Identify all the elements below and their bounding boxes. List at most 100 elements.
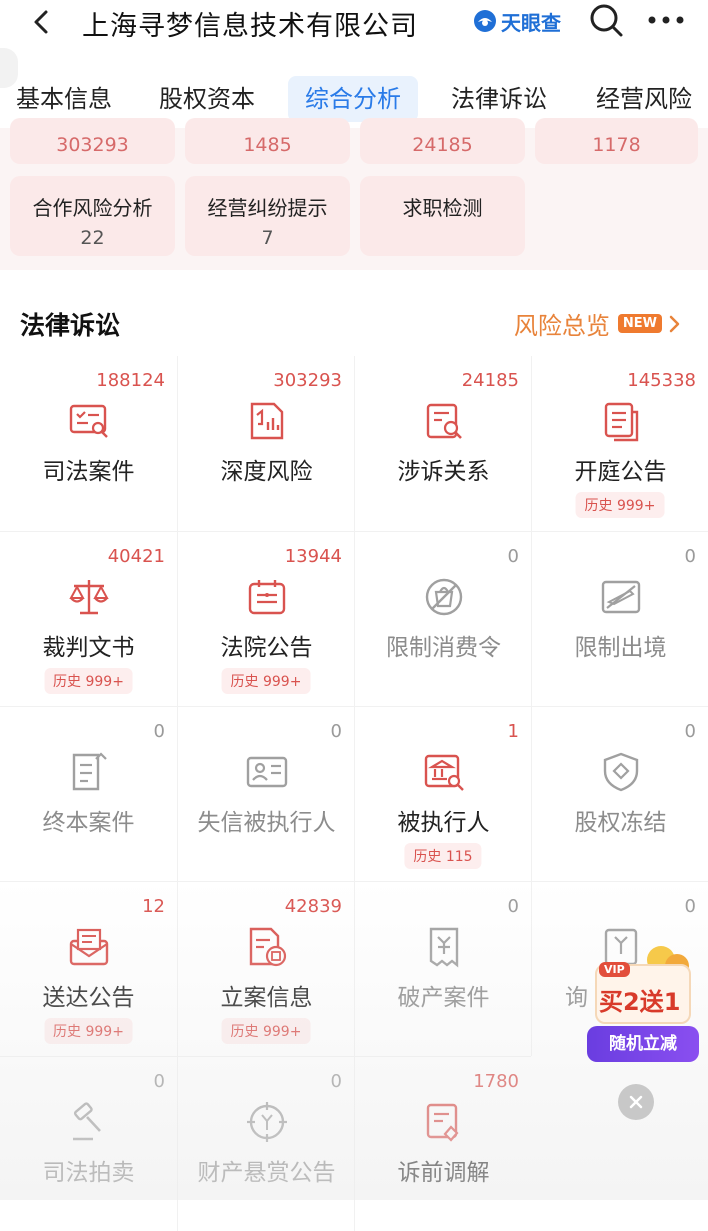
item-count: 0 xyxy=(684,896,696,917)
grid-item-court-notice[interactable]: 13944 法院公告 历史 999+ xyxy=(177,531,354,706)
summary-stat-value: 303293 xyxy=(56,134,129,156)
grid-item-court-hearing[interactable]: 145338 开庭公告 历史 999+ xyxy=(531,356,708,531)
grid-item-equity-freeze[interactable]: 0 股权冻结 xyxy=(531,706,708,881)
item-label: 终本案件 xyxy=(42,810,135,836)
case-search-icon xyxy=(69,404,108,438)
history-badge[interactable]: 历史 999+ xyxy=(44,668,133,694)
summary-card-label: 合作风险分析 xyxy=(32,196,153,220)
item-label: 被执行人 xyxy=(397,810,490,836)
item-count: 188124 xyxy=(96,370,165,391)
target-yuan-icon xyxy=(247,1102,287,1142)
item-label: 涉诉关系 xyxy=(397,459,490,485)
summary-card-job-check[interactable]: 求职检测 xyxy=(360,176,525,256)
grid-item-pre-litigation-mediation[interactable]: 1780 诉前调解 xyxy=(354,1056,531,1231)
close-icon xyxy=(629,1095,643,1109)
tab-business-risk[interactable]: 经营风险 xyxy=(582,76,706,122)
calendar-notice-icon xyxy=(248,580,286,615)
app-header: 上海寻梦信息技术有限公司 天眼查 xyxy=(0,0,708,46)
tab-equity[interactable]: 股权资本 xyxy=(146,76,268,122)
item-label: 诉前调解 xyxy=(397,1160,490,1186)
history-badge[interactable]: 历史 115 xyxy=(404,843,482,869)
item-label: 限制出境 xyxy=(574,635,667,661)
section-title: 法律诉讼 xyxy=(20,311,121,340)
grid-item-service-notice[interactable]: 12 送达公告 历史 999+ xyxy=(0,881,177,1056)
summary-card-label: 经营纠纷提示 xyxy=(207,196,328,220)
brand-eye-icon xyxy=(474,10,496,32)
more-options-icon[interactable] xyxy=(646,10,686,30)
item-label: 司法案件 xyxy=(42,459,135,485)
promo-close-button[interactable] xyxy=(618,1084,654,1120)
chevron-right-icon xyxy=(669,315,680,332)
risk-chart-icon xyxy=(250,402,284,440)
item-label: 司法拍卖 xyxy=(42,1160,135,1186)
brand-name: 天眼查 xyxy=(501,10,561,35)
item-count: 0 xyxy=(507,546,519,567)
scales-icon xyxy=(69,580,109,615)
item-label: 开庭公告 xyxy=(574,459,667,485)
grid-item-debtor[interactable]: 1 被执行人 历史 115 xyxy=(354,706,531,881)
no-flight-icon xyxy=(601,580,641,614)
grid-item-terminated-cases[interactable]: 0 终本案件 xyxy=(0,706,177,881)
grid-item-dishonest-debtor[interactable]: 0 失信被执行人 xyxy=(177,706,354,881)
item-label: 立案信息 xyxy=(220,985,313,1011)
grid-item-litigation-relations[interactable]: 24185 涉诉关系 xyxy=(354,356,531,531)
summary-stat[interactable]: 303293 xyxy=(10,118,175,164)
item-count: 0 xyxy=(330,721,342,742)
grid-item-case-filing[interactable]: 42839 立案信息 历史 999+ xyxy=(177,881,354,1056)
summary-stat-value: 24185 xyxy=(412,134,473,156)
summary-card-count: 7 xyxy=(261,227,274,249)
item-label: 财产悬赏公告 xyxy=(197,1160,336,1186)
promo-discount-button[interactable]: 随机立减 xyxy=(587,1026,699,1062)
summary-stat[interactable]: 1178 xyxy=(535,118,698,164)
grid-item-judgments[interactable]: 40421 裁判文书 历史 999+ xyxy=(0,531,177,706)
grid-item-property-reward[interactable]: 0 财产悬赏公告 xyxy=(177,1056,354,1231)
history-badge[interactable]: 历史 999+ xyxy=(575,492,665,518)
item-label: 深度风险 xyxy=(220,459,313,485)
history-badge[interactable]: 历史 999+ xyxy=(221,668,311,694)
grid-item-exit-restriction[interactable]: 0 限制出境 xyxy=(531,531,708,706)
grid-item-judicial-cases[interactable]: 188124 司法案件 xyxy=(0,356,177,531)
item-count: 0 xyxy=(684,546,696,567)
item-label: 失信被执行人 xyxy=(197,810,336,836)
company-title: 上海寻梦信息技术有限公司 xyxy=(82,11,418,42)
brand-logo: 天眼查 xyxy=(472,6,561,36)
item-count: 24185 xyxy=(461,370,519,391)
item-count: 0 xyxy=(153,721,165,742)
tab-analysis[interactable]: 综合分析 xyxy=(288,76,418,122)
vip-badge: VIP xyxy=(599,962,630,977)
edge-back-handle[interactable] xyxy=(0,48,18,88)
search-icon[interactable] xyxy=(588,2,624,38)
summary-stat-value: 1178 xyxy=(592,134,641,156)
grid-item-bankruptcy[interactable]: 0 破产案件 xyxy=(354,881,531,1056)
history-badge[interactable]: 历史 999+ xyxy=(221,1018,311,1044)
risk-overview-label: 风险总览 xyxy=(513,312,610,340)
grid-item-deep-risk[interactable]: 303293 深度风险 xyxy=(177,356,354,531)
summary-card-count: 22 xyxy=(80,227,105,249)
summary-stat[interactable]: 1485 xyxy=(185,118,350,164)
back-arrow-icon[interactable] xyxy=(28,8,56,36)
item-count: 42839 xyxy=(284,896,342,917)
grid-item-consumption-restriction[interactable]: 0 限制消费令 xyxy=(354,531,531,706)
new-badge: NEW xyxy=(617,314,662,333)
mediation-icon xyxy=(426,1103,459,1142)
item-count: 13944 xyxy=(284,546,342,567)
summary-stat[interactable]: 24185 xyxy=(360,118,525,164)
summary-card-cooperation-risk[interactable]: 合作风险分析 22 xyxy=(10,176,175,256)
promo-offer-text: 买2送1 xyxy=(599,988,681,1016)
relation-search-icon xyxy=(426,403,462,439)
item-count: 1780 xyxy=(473,1071,519,1092)
bank-search-icon xyxy=(424,754,464,791)
item-count: 0 xyxy=(153,1071,165,1092)
restricted-spending-icon xyxy=(425,578,463,616)
tab-basic-info[interactable]: 基本信息 xyxy=(4,76,124,122)
grid-item-judicial-auction[interactable]: 0 司法拍卖 xyxy=(0,1056,177,1231)
vip-promo-widget[interactable]: VIP 买2送1 随机立减 xyxy=(585,946,701,1064)
item-label: 送达公告 xyxy=(42,985,135,1011)
shield-icon xyxy=(603,752,639,792)
tab-legal[interactable]: 法律诉讼 xyxy=(438,76,560,122)
history-badge[interactable]: 历史 999+ xyxy=(44,1018,133,1044)
item-count: 12 xyxy=(142,896,165,917)
item-count: 145338 xyxy=(627,370,696,391)
summary-card-dispute[interactable]: 经营纠纷提示 7 xyxy=(185,176,350,256)
risk-overview-link[interactable]: 风险总览 NEW xyxy=(514,306,682,341)
